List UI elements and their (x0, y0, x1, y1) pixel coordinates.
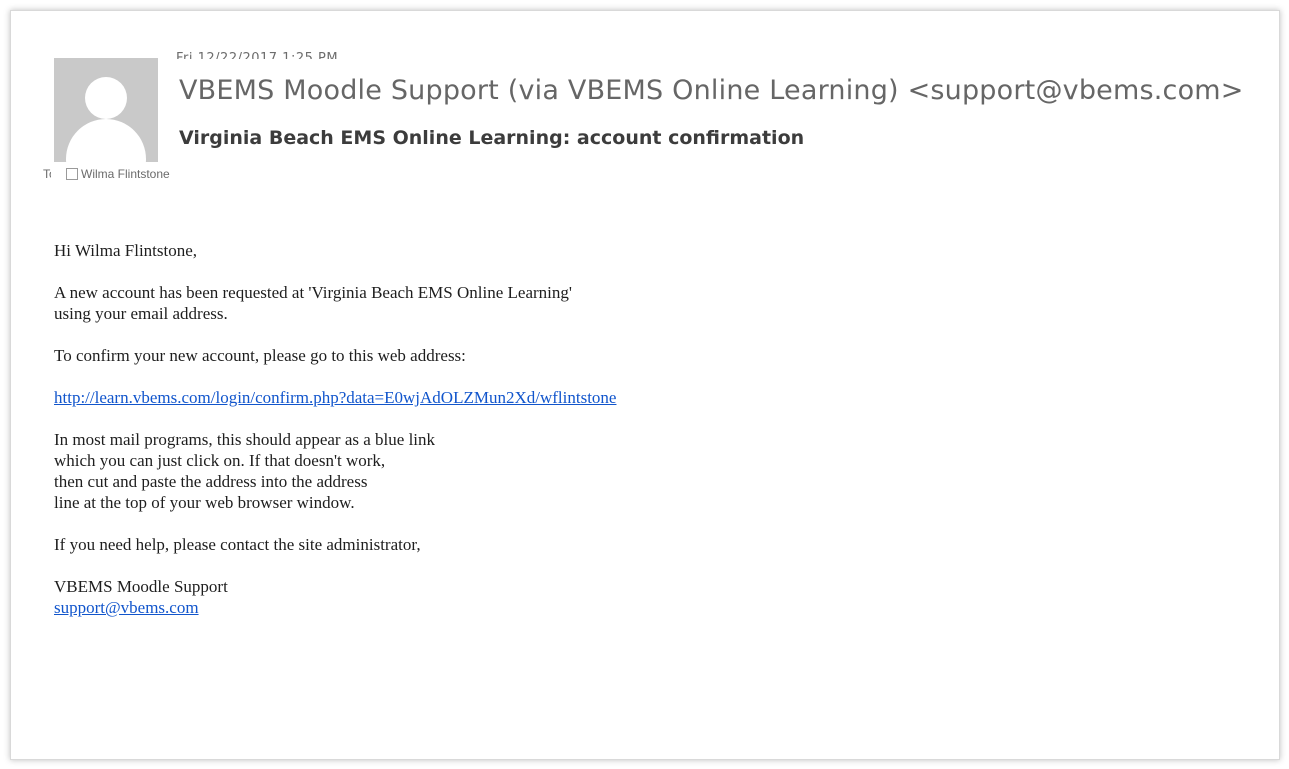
email-body: Hi Wilma Flintstone, A new account has b… (54, 240, 616, 618)
email-window: Fri 12/22/2017 1:25 PM VBEMS Moodle Supp… (10, 10, 1280, 760)
paragraph-confirm: To confirm your new account, please go t… (54, 346, 466, 365)
email-subject: Virginia Beach EMS Online Learning: acco… (179, 127, 805, 149)
paragraph-line: which you can just click on. If that doe… (54, 451, 386, 470)
paragraph-link: http://learn.vbems.com/login/confirm.php… (54, 387, 616, 408)
email-header: Fri 12/22/2017 1:25 PM VBEMS Moodle Supp… (11, 11, 1279, 211)
person-silhouette-body (66, 119, 146, 162)
person-silhouette-icon (85, 77, 127, 119)
paragraph-line: using your email address. (54, 304, 228, 323)
confirmation-link[interactable]: http://learn.vbems.com/login/confirm.php… (54, 388, 616, 407)
recipient-row: To Wilma Flintstone (43, 167, 170, 181)
signature: VBEMS Moodle Support support@vbems.com (54, 576, 616, 618)
email-date: Fri 12/22/2017 1:25 PM (176, 51, 339, 59)
paragraph-help: If you need help, please contact the sit… (54, 535, 421, 554)
paragraph-instructions: In most mail programs, this should appea… (54, 429, 616, 513)
paragraph-line: In most mail programs, this should appea… (54, 430, 436, 449)
sender-avatar[interactable] (54, 58, 158, 162)
paragraph-line: A new account has been requested at 'Vir… (54, 283, 572, 302)
paragraph-account-requested: A new account has been requested at 'Vir… (54, 282, 616, 324)
recipient-checkbox-icon[interactable] (66, 168, 78, 180)
signature-email-link[interactable]: support@vbems.com (54, 597, 616, 618)
paragraph-line: line at the top of your web browser wind… (54, 493, 355, 512)
paragraph-line: then cut and paste the address into the … (54, 472, 368, 491)
recipient-name[interactable]: Wilma Flintstone (81, 167, 170, 181)
email-from[interactable]: VBEMS Moodle Support (via VBEMS Online L… (179, 75, 1244, 106)
signature-name: VBEMS Moodle Support (54, 577, 228, 596)
greeting: Hi Wilma Flintstone, (54, 241, 198, 260)
to-label: To (43, 167, 51, 181)
